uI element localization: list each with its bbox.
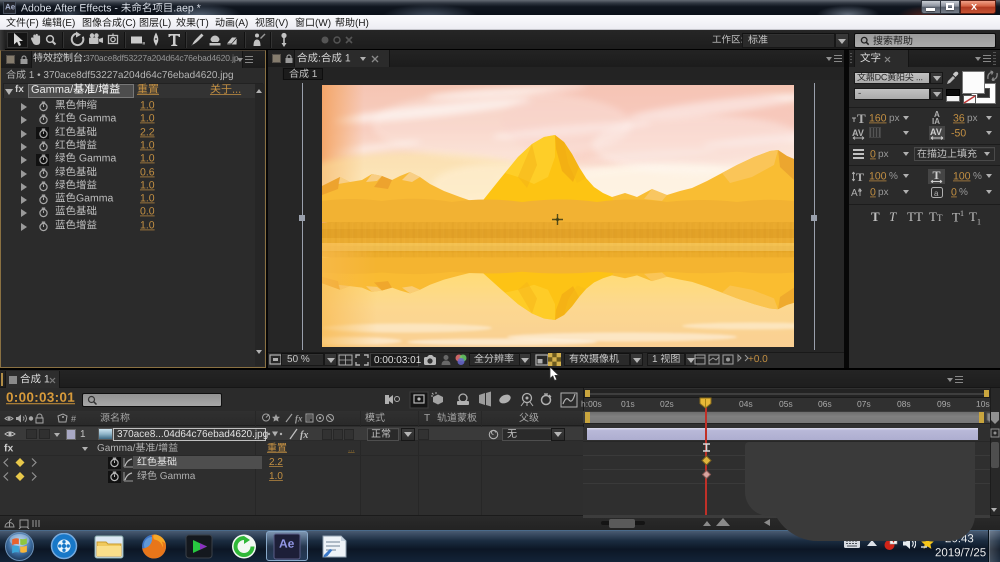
svg-text:fx: fx (295, 414, 303, 424)
svg-text:T: T (856, 170, 864, 183)
svg-text:T: T (857, 112, 866, 124)
svg-text:IA: IA (932, 117, 940, 125)
svg-text:#: # (71, 414, 76, 424)
svg-text:a: a (934, 189, 939, 198)
svg-text:A: A (851, 188, 858, 199)
svg-text:AV: AV (930, 127, 942, 137)
svg-text:T: T (933, 169, 941, 182)
svg-text:fx: fx (300, 430, 308, 440)
